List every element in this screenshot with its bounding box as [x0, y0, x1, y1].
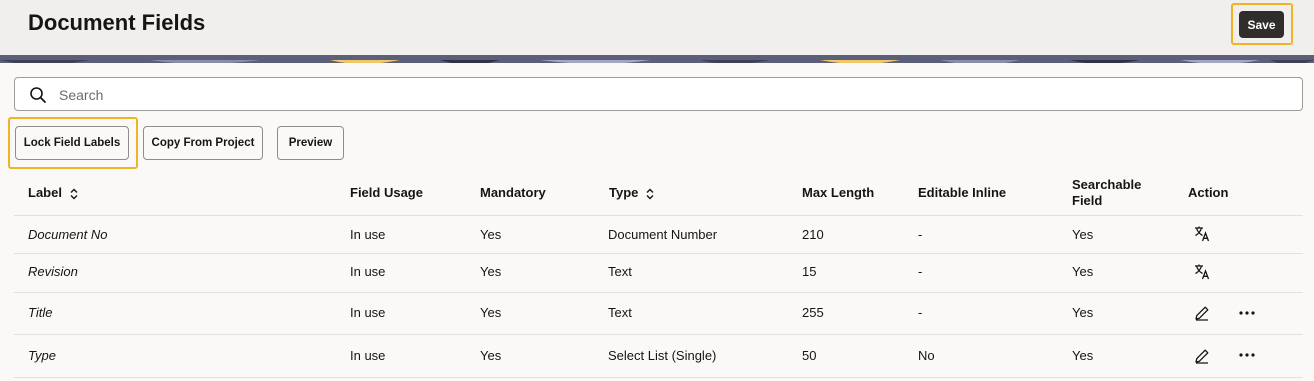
row-field-usage: In use [350, 305, 386, 320]
header-divider [14, 215, 1303, 216]
more-icon[interactable] [1238, 304, 1256, 322]
search-field[interactable] [14, 77, 1303, 111]
column-header-type-text: Type [609, 185, 639, 200]
edit-icon[interactable] [1193, 304, 1211, 322]
row-type: Text [608, 305, 632, 320]
copy-from-project-button[interactable]: Copy From Project [143, 126, 263, 160]
row-searchable: Yes [1072, 348, 1094, 363]
column-header-type[interactable]: Type [609, 185, 655, 201]
row-label: Type [28, 348, 56, 363]
row-type: Document Number [608, 227, 718, 242]
edit-icon[interactable] [1193, 347, 1211, 365]
row-searchable: Yes [1072, 264, 1094, 279]
row-label: Document No [28, 227, 108, 242]
more-icon[interactable] [1238, 346, 1256, 364]
row-label: Revision [28, 264, 78, 279]
column-header-label[interactable]: Label [28, 185, 79, 201]
column-header-field-usage: Field Usage [350, 185, 423, 200]
row-field-usage: In use [350, 227, 386, 242]
column-header-mandatory: Mandatory [480, 185, 546, 200]
row-field-usage: In use [350, 264, 386, 279]
page-title: Document Fields [28, 10, 206, 35]
sort-icon[interactable] [69, 188, 79, 200]
row-max-length: 15 [802, 264, 817, 279]
decorative-banner [0, 55, 1314, 63]
row-type: Select List (Single) [608, 348, 717, 363]
row-max-length: 255 [802, 305, 824, 320]
row-searchable: Yes [1072, 227, 1094, 242]
save-button-highlight: Save [1231, 3, 1293, 45]
column-header-searchable-field: Searchable Field [1072, 177, 1141, 209]
column-header-label-text: Label [28, 185, 62, 200]
column-header-searchable-line1: Searchable [1072, 177, 1142, 192]
row-max-length: 210 [802, 227, 824, 242]
translate-icon[interactable] [1193, 225, 1211, 243]
save-button[interactable]: Save [1239, 11, 1284, 38]
row-editable-inline: - [918, 227, 923, 242]
preview-button[interactable]: Preview [277, 126, 344, 160]
row-divider [14, 377, 1303, 378]
row-mandatory: Yes [480, 264, 502, 279]
row-mandatory: Yes [480, 348, 502, 363]
row-label: Title [28, 305, 53, 320]
row-mandatory: Yes [480, 305, 502, 320]
row-editable-inline: No [918, 348, 935, 363]
row-editable-inline: - [918, 264, 923, 279]
sort-icon[interactable] [645, 188, 655, 200]
row-type: Text [608, 264, 632, 279]
column-header-searchable-line2: Field [1072, 193, 1103, 208]
column-header-max-length: Max Length [802, 185, 875, 200]
row-divider [14, 292, 1303, 293]
row-divider [14, 253, 1303, 254]
lock-field-labels-button[interactable]: Lock Field Labels [15, 126, 129, 160]
row-mandatory: Yes [480, 227, 502, 242]
column-header-action: Action [1188, 185, 1229, 200]
page-header: Document Fields Save [0, 0, 1314, 55]
search-icon [30, 87, 46, 103]
row-field-usage: In use [350, 348, 386, 363]
search-input[interactable] [57, 79, 1291, 111]
row-divider [14, 334, 1303, 335]
column-header-editable-inline: Editable Inline [918, 185, 1007, 200]
row-max-length: 50 [802, 348, 817, 363]
row-searchable: Yes [1072, 305, 1094, 320]
translate-icon[interactable] [1193, 263, 1211, 281]
row-editable-inline: - [918, 305, 923, 320]
